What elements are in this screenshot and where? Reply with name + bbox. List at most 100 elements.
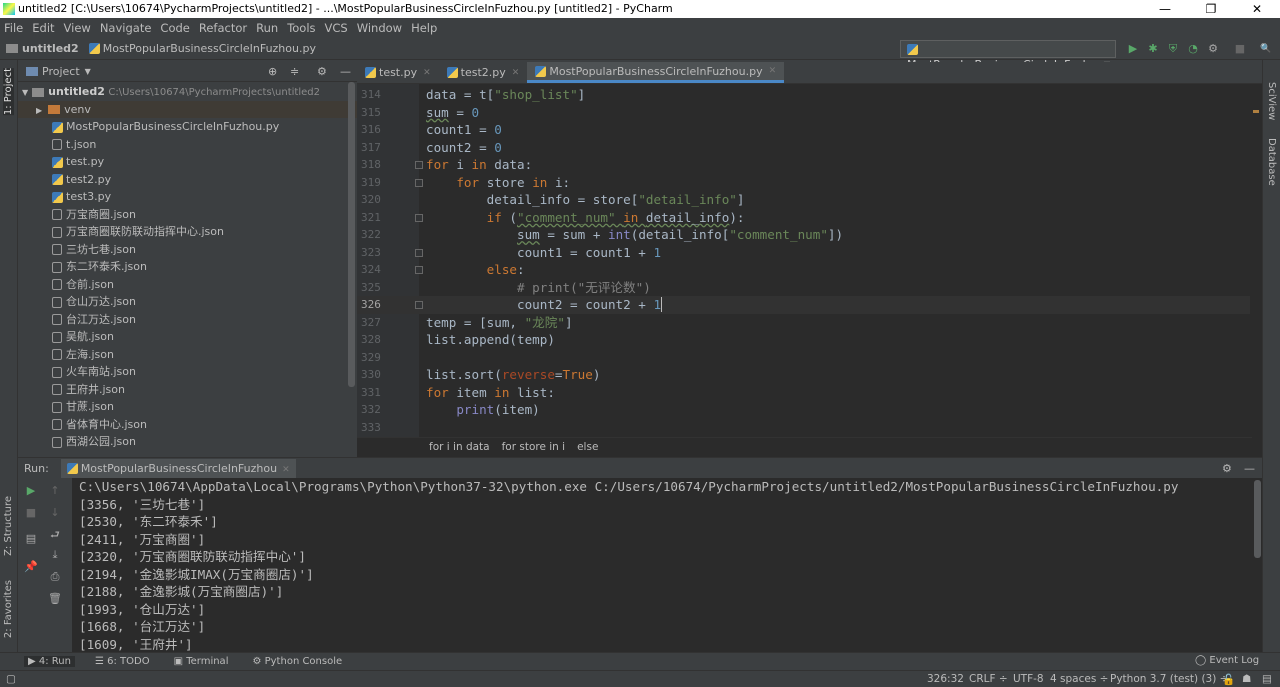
bottom-tool-0[interactable]: ▶ 4: Run — [24, 656, 75, 667]
coverage-icon[interactable]: ⛨ — [1166, 42, 1180, 56]
indent-setting[interactable]: 4 spaces ÷ — [1050, 673, 1108, 685]
run-icon[interactable]: ▶ — [1126, 42, 1140, 56]
layout-icon[interactable]: ▤ — [24, 532, 38, 546]
inspector-icon[interactable]: ☗ — [1242, 673, 1251, 685]
profile-icon[interactable]: ◔ — [1186, 42, 1200, 56]
caret-position[interactable]: 326:32 — [927, 673, 964, 685]
project-view-select[interactable]: Project — [42, 65, 80, 78]
tree-item[interactable]: 吴航.json — [18, 328, 357, 346]
tree-item[interactable]: 西湖公园.json — [18, 433, 357, 451]
tree-item[interactable]: 三坊七巷.json — [18, 241, 357, 259]
tree-item[interactable]: 火车南站.json — [18, 363, 357, 381]
menu-tools[interactable]: Tools — [287, 21, 315, 35]
structure-tool-button[interactable]: Z: Structure — [3, 496, 14, 556]
rerun-icon[interactable]: ▶ — [24, 484, 38, 498]
tree-item[interactable]: 王府井.json — [18, 381, 357, 399]
collapse-icon[interactable]: ≑ — [290, 65, 299, 78]
tree-item[interactable]: MostPopularBusinessCircleInFuzhou.py — [18, 118, 357, 136]
debug-icon[interactable]: ✱ — [1146, 42, 1160, 56]
tree-item[interactable]: test2.py — [18, 171, 357, 189]
console-scrollbar[interactable] — [1254, 480, 1261, 558]
fold-marker-icon[interactable] — [415, 266, 423, 274]
bottom-tool-1[interactable]: ☰ 6: TODO — [91, 656, 154, 667]
up-icon[interactable]: ↑ — [48, 484, 62, 498]
scroll-to-end-icon[interactable]: ⤓ — [48, 548, 62, 562]
menu-code[interactable]: Code — [160, 21, 189, 35]
tab-test-py[interactable]: test.py ✕ — [357, 62, 439, 83]
minimize-button[interactable]: — — [1142, 0, 1188, 18]
close-icon[interactable]: ✕ — [769, 62, 777, 81]
trash-icon[interactable]: 🗑 — [48, 592, 62, 606]
bottom-tool-2[interactable]: ▣ Terminal — [170, 656, 233, 667]
nav-file[interactable]: MostPopularBusinessCircleInFuzhou.py — [103, 42, 316, 55]
close-button[interactable]: ✕ — [1234, 0, 1280, 18]
tree-item[interactable]: 台江万达.json — [18, 311, 357, 329]
menu-refactor[interactable]: Refactor — [199, 21, 247, 35]
down-icon[interactable]: ↓ — [48, 506, 62, 520]
project-scrollbar[interactable] — [348, 82, 355, 387]
gear-icon[interactable]: ⚙ — [1222, 462, 1232, 475]
menu-window[interactable]: Window — [357, 21, 402, 35]
sciview-tool-button[interactable]: SciView — [1266, 82, 1277, 120]
database-tool-button[interactable]: Database — [1266, 138, 1277, 186]
tree-item[interactable]: 甘蔗.json — [18, 398, 357, 416]
tab-test2-py[interactable]: test2.py ✕ — [439, 62, 528, 83]
expand-icon[interactable]: ▶ — [36, 106, 42, 115]
event-log-button[interactable]: ◯ Event Log — [1195, 655, 1259, 666]
tree-item[interactable]: ▶ venv — [18, 100, 357, 118]
hide-icon[interactable]: — — [1244, 462, 1255, 475]
tree-root[interactable]: ▼ untitled2 C:\Users\10674\PycharmProject… — [18, 83, 357, 101]
console-output[interactable]: C:\Users\10674\AppData\Local\Programs\Py… — [72, 478, 1262, 653]
editor-scrollbar[interactable] — [1250, 84, 1262, 437]
breadcrumb-item[interactable]: for store in i — [502, 441, 566, 453]
gear-icon[interactable]: ⚙ — [317, 65, 327, 78]
code-area[interactable]: 314 data = t["shop_list"] 315 sum = 0 316 cou… — [357, 86, 1250, 437]
fold-marker-icon[interactable] — [415, 161, 423, 169]
tree-item[interactable]: test3.py — [18, 188, 357, 206]
favorites-tool-button[interactable]: 2: Favorites — [3, 580, 14, 638]
breadcrumb-item[interactable]: else — [577, 441, 598, 453]
close-icon[interactable]: ✕ — [423, 62, 431, 84]
menu-vcs[interactable]: VCS — [325, 21, 348, 35]
stop-icon[interactable]: ■ — [1233, 42, 1247, 56]
menu-help[interactable]: Help — [411, 21, 437, 35]
tree-item[interactable]: 左海.json — [18, 346, 357, 364]
bottom-tool-3[interactable]: ⚙ Python Console — [248, 656, 346, 667]
run-tab[interactable]: MostPopularBusinessCircleInFuzhou ✕ — [60, 458, 296, 478]
fold-marker-icon[interactable] — [415, 248, 423, 257]
close-icon[interactable]: ✕ — [512, 62, 520, 84]
tree-item[interactable]: 省体育中心.json — [18, 416, 357, 434]
menu-navigate[interactable]: Navigate — [100, 21, 152, 35]
menu-edit[interactable]: Edit — [32, 21, 54, 35]
tree-item[interactable]: test.py — [18, 153, 357, 171]
line-separator[interactable]: CRLF ÷ — [969, 673, 1008, 685]
file-encoding[interactable]: UTF-8 — [1013, 673, 1044, 685]
print-icon[interactable]: ⎙ — [48, 570, 62, 584]
menu-run[interactable]: Run — [256, 21, 278, 35]
pin-icon[interactable]: 📌 — [24, 560, 38, 574]
expand-icon[interactable]: ▼ — [22, 88, 28, 97]
stop-icon[interactable]: ■ — [24, 506, 38, 520]
build-icon[interactable]: ⚙ — [1206, 42, 1220, 56]
tree-item[interactable]: 仓山万达.json — [18, 293, 357, 311]
toggle-tool-windows-icon[interactable]: ▢ — [6, 673, 16, 685]
soft-wrap-icon[interactable]: ⮐ — [48, 528, 62, 542]
tree-item[interactable]: 万宝商圈.json — [18, 206, 357, 224]
tab-mostpopularbusinesscircleinfuzhou-py[interactable]: MostPopularBusinessCircleInFuzhou.py ✕ — [527, 62, 785, 83]
nav-project[interactable]: untitled2 — [22, 42, 79, 55]
close-icon[interactable]: ✕ — [282, 465, 290, 475]
fold-marker-icon[interactable] — [415, 213, 423, 222]
project-tool-button[interactable]: 1: Project — [3, 68, 14, 116]
lock-icon[interactable]: 🔓 — [1222, 673, 1235, 686]
fold-marker-icon[interactable] — [415, 301, 423, 309]
fold-marker-icon[interactable] — [415, 178, 423, 187]
menu-file[interactable]: File — [4, 21, 23, 35]
tree-item[interactable]: 仓前.json — [18, 276, 357, 294]
tree-item[interactable]: t.json — [18, 136, 357, 154]
tree-item[interactable]: 东二环泰禾.json — [18, 258, 357, 276]
breadcrumb-item[interactable]: for i in data — [429, 441, 490, 453]
tree-item[interactable]: 万宝商圈联防联动指挥中心.json — [18, 223, 357, 241]
menu-view[interactable]: View — [64, 21, 91, 35]
hide-icon[interactable]: — — [340, 65, 351, 78]
locate-icon[interactable]: ⊕ — [268, 65, 277, 78]
